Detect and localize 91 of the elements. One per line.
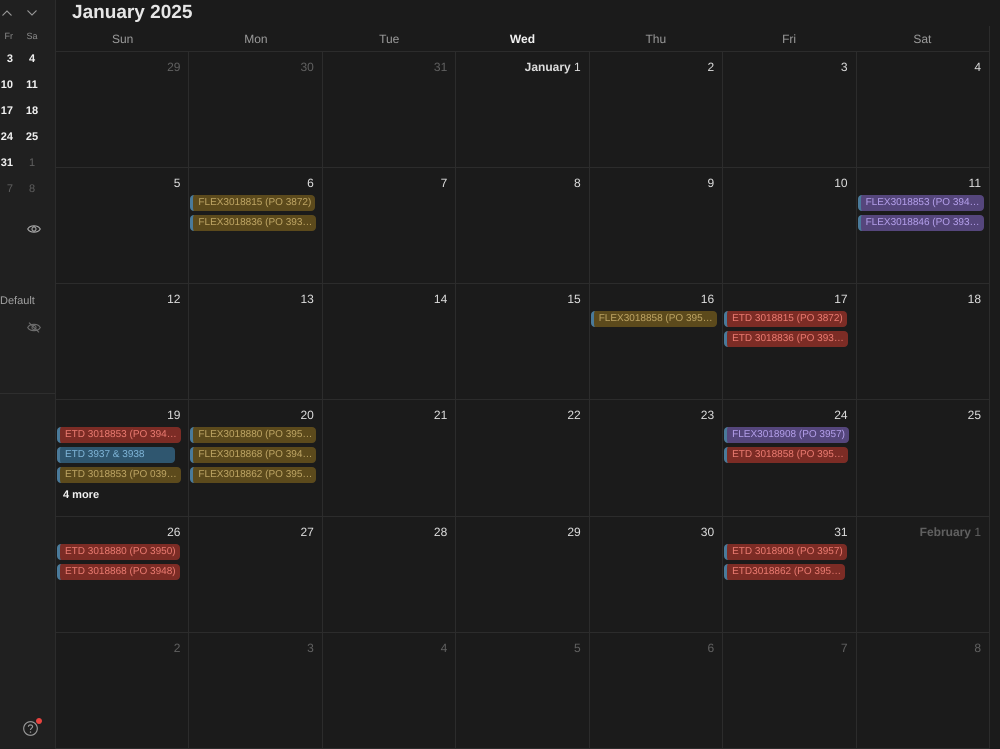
weekday-header: Sun: [112, 32, 134, 46]
weekday-header: Wed: [510, 32, 536, 46]
date-number: 24: [834, 408, 848, 422]
date-number: 2: [174, 640, 180, 655]
date-number: 26: [167, 524, 180, 539]
mini-calendar-day[interactable]: 17: [0, 105, 13, 117]
mini-calendar-weekday: Fr: [4, 31, 13, 41]
mini-calendar-day[interactable]: 18: [26, 105, 38, 117]
mini-calendar-weekday: Sa: [26, 31, 38, 41]
event-chip[interactable]: ETD 3018908 (PO 3957): [724, 544, 847, 560]
date-number: 15: [567, 292, 581, 306]
event-chip[interactable]: ETD 3018836 (PO 393…: [724, 331, 848, 348]
date-number: 5: [174, 176, 180, 190]
date-number: 20: [300, 408, 314, 422]
event-chip[interactable]: FLEX3018908 (PO 3957): [724, 427, 849, 444]
date-number: 8: [574, 176, 581, 190]
date-number: 7: [440, 176, 448, 190]
mini-calendar-day[interactable]: 3: [6, 53, 13, 65]
date-number: 5: [574, 640, 581, 655]
date-number: 6: [707, 640, 714, 655]
date-number: 6: [307, 176, 314, 190]
help-icon: [23, 721, 38, 736]
date-number: 19: [167, 408, 180, 422]
date-number: 12: [167, 292, 180, 306]
date-number: 8: [974, 640, 981, 655]
mini-calendar-day[interactable]: 31: [0, 157, 13, 169]
weekday-header: Fri: [782, 32, 796, 46]
mini-calendar-day[interactable]: 1: [28, 157, 36, 169]
event-chip[interactable]: ETD 3018868 (PO 3948): [57, 564, 180, 580]
weekday-header: Thu: [645, 32, 666, 46]
date-number: 28: [434, 524, 448, 539]
event-chip[interactable]: FLEX3018868 (PO 394…: [190, 447, 316, 464]
date-number: 31: [834, 524, 848, 539]
event-chip[interactable]: FLEX3018880 (PO 395…: [190, 427, 316, 444]
event-chip[interactable]: FLEX3018815 (PO 3872): [190, 195, 316, 212]
mini-calendar-day[interactable]: 25: [26, 131, 38, 143]
date-number: 22: [567, 408, 581, 422]
help-button[interactable]: [23, 718, 42, 736]
date-number: 9: [707, 176, 714, 190]
mini-calendar-day[interactable]: 10: [0, 79, 13, 91]
date-number: 29: [167, 60, 180, 74]
chevron-down-icon: [27, 10, 37, 16]
event-chip[interactable]: FLEX3018862 (PO 395…: [190, 467, 316, 484]
date-number: 30: [300, 60, 314, 74]
mini-calendar-day[interactable]: 7: [6, 183, 13, 195]
date-number: 2: [707, 60, 714, 74]
eye-slash-icon[interactable]: [27, 322, 41, 332]
event-chip[interactable]: ETD 3018858 (PO 395…: [724, 447, 848, 464]
event-chip[interactable]: ETD3018862 (PO 395…: [724, 564, 846, 580]
event-chip[interactable]: ETD 3018853 (PO 394…: [57, 427, 181, 444]
event-chip[interactable]: ETD 3018853 (PO 039…: [57, 467, 181, 484]
date-number: 7: [840, 640, 848, 655]
event-chip[interactable]: ETD 3018815 (PO 3872): [724, 311, 847, 328]
date-number: 27: [300, 524, 314, 539]
date-number: 4: [440, 640, 448, 655]
date-number: 25: [968, 408, 981, 422]
date-number: 4: [974, 60, 981, 74]
date-number: 14: [434, 292, 448, 306]
date-number: 3: [307, 640, 314, 655]
eye-icon[interactable]: [27, 224, 41, 234]
date-number: 16: [700, 292, 714, 306]
mini-calendar-day[interactable]: 8: [28, 183, 36, 195]
date-number: 11: [968, 176, 981, 190]
date-number: 30: [700, 524, 714, 539]
weekday-header: Sat: [913, 32, 932, 46]
more-events-link[interactable]: 4 more: [57, 487, 100, 504]
date-number: 31: [434, 60, 448, 74]
date-number: 29: [567, 524, 581, 539]
event-chip[interactable]: FLEX3018858 (PO 395…: [590, 311, 717, 328]
event-chip[interactable]: FLEX3018846 (PO 393…: [858, 215, 984, 232]
month-title: January 2025: [72, 2, 192, 24]
date-number: February 1: [920, 524, 981, 539]
date-number: 10: [834, 176, 848, 190]
event-chip[interactable]: FLEX3018836 (PO 393…: [190, 215, 316, 232]
mini-calendar-day[interactable]: 24: [0, 131, 13, 143]
weekday-header: Tue: [379, 32, 400, 46]
chevron-up-icon: [2, 10, 12, 16]
date-number: 18: [968, 292, 981, 306]
event-chip[interactable]: ETD 3018880 (PO 3950): [57, 544, 180, 560]
event-chip[interactable]: ETD 3937 & 3938: [57, 447, 175, 464]
date-number: 13: [300, 292, 314, 306]
mini-calendar-day[interactable]: 11: [26, 79, 38, 91]
date-number: 17: [834, 292, 848, 306]
mini-calendar-day[interactable]: 4: [28, 53, 36, 65]
event-chip[interactable]: FLEX3018853 (PO 394…: [858, 195, 984, 212]
date-number: 23: [700, 408, 714, 422]
date-number: 21: [434, 408, 448, 422]
calendar-group-label: Default: [0, 295, 35, 307]
weekday-header: Mon: [244, 32, 268, 46]
date-number: January 1: [524, 60, 581, 74]
date-number: 3: [840, 60, 848, 74]
